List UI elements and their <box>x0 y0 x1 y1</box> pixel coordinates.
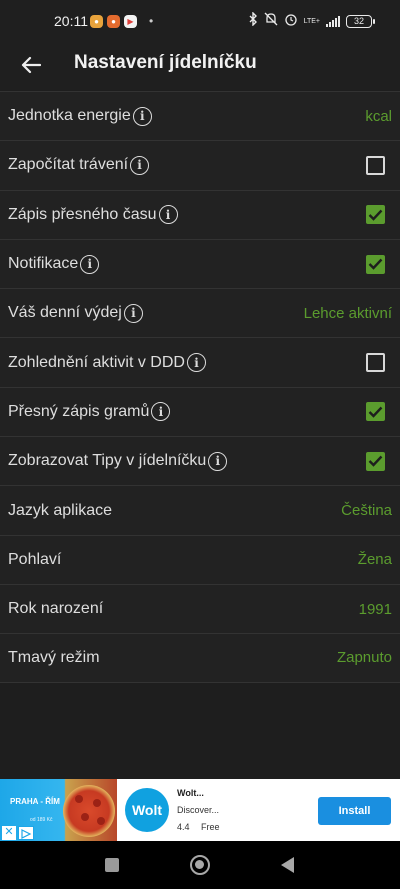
settings-row[interactable]: Zohlednění aktivit v DDD i <box>0 337 400 387</box>
settings-row-text: Zápis přesného času <box>8 205 157 223</box>
notification-icons: ● ● ▶ • <box>90 14 153 28</box>
chrome-notification-icon: ● <box>90 14 103 28</box>
checkmark-icon <box>368 258 383 270</box>
status-time: 20:11 <box>54 13 88 29</box>
network-type: LTE+ <box>303 17 320 25</box>
ad-close-icon[interactable]: ✕ <box>2 826 16 840</box>
checkbox-checked[interactable] <box>366 402 385 422</box>
battery-icon: 32 <box>346 14 375 28</box>
settings-row-value[interactable]: Zapnuto <box>337 649 392 666</box>
settings-row-value[interactable]: kcal <box>365 108 392 125</box>
settings-row-label: Započítat trávení i <box>8 155 150 175</box>
settings-row-text: Přesný zápis gramů <box>8 402 150 420</box>
ad-app-name: Wolt... <box>177 788 204 798</box>
settings-row-label: Rok narození <box>8 600 103 618</box>
checkbox-checked[interactable] <box>366 254 385 274</box>
settings-row-value[interactable]: 1991 <box>359 601 392 618</box>
back-triangle-icon[interactable] <box>281 857 294 873</box>
ad-price: Free <box>201 822 220 832</box>
info-icon[interactable]: i <box>158 205 178 225</box>
ad-image-price: od 189 Kč <box>30 817 53 823</box>
ad-description: Discover... <box>177 805 220 815</box>
ad-image[interactable]: PRAHA - ŘÍM od 189 Kč ✕ <box>0 779 117 841</box>
settings-row[interactable]: Zobrazovat Tipy v jídelníčku i <box>0 436 400 486</box>
install-button[interactable]: Install <box>318 797 391 825</box>
settings-row-label: Zohlednění aktivit v DDD i <box>8 353 206 373</box>
settings-row-text: Jednotka energie <box>8 107 131 125</box>
settings-row-text: Jazyk aplikace <box>8 501 113 519</box>
info-icon[interactable]: i <box>186 353 206 373</box>
app-notification-icon: ● <box>107 14 120 28</box>
home-icon[interactable] <box>190 855 210 875</box>
settings-row[interactable]: Notifikace i <box>0 238 400 289</box>
settings-row-text: Váš denní výdej <box>8 304 122 322</box>
system-icons: LTE+ 32 <box>249 11 375 30</box>
arrow-left-icon <box>21 56 41 74</box>
checkmark-icon <box>368 406 383 418</box>
settings-row[interactable]: Váš denní výdej i Lehce aktivní <box>0 288 400 338</box>
info-icon[interactable]: i <box>208 451 228 471</box>
settings-row[interactable]: Zápis přesného času i <box>0 189 400 239</box>
settings-row-value[interactable]: Lehce aktivní <box>304 305 392 322</box>
settings-row-value[interactable]: Čeština <box>341 502 392 519</box>
info-icon[interactable]: i <box>151 402 171 422</box>
settings-row-label: Přesný zápis gramů i <box>8 402 171 422</box>
ad-rating: 4.4 <box>177 822 190 832</box>
info-icon[interactable]: i <box>130 155 150 175</box>
settings-row[interactable]: Tmavý režim Zapnuto <box>0 633 400 683</box>
mute-bell-icon <box>264 12 278 30</box>
app-bar: Nastavení jídelníčku <box>0 42 400 90</box>
settings-row[interactable]: Jazyk aplikace Čeština <box>0 485 400 535</box>
ad-choices-icon[interactable] <box>18 826 34 840</box>
play-store-notification-icon: ▶ <box>124 14 137 28</box>
info-icon[interactable]: i <box>123 303 143 323</box>
settings-row-text: Započítat trávení <box>8 156 129 174</box>
checkbox-unchecked[interactable] <box>366 155 385 175</box>
settings-row-label: Váš denní výdej i <box>8 303 143 323</box>
settings-row-text: Pohlaví <box>8 550 62 568</box>
status-bar: 20:11 ● ● ▶ • LTE+ 32 <box>0 0 400 42</box>
info-icon[interactable]: i <box>132 106 152 126</box>
settings-row[interactable]: Jednotka energie i kcal <box>0 91 400 141</box>
info-icon[interactable]: i <box>80 254 100 274</box>
settings-row-label: Pohlaví <box>8 551 61 569</box>
settings-row-label: Zobrazovat Tipy v jídelníčku i <box>8 451 228 471</box>
checkbox-checked[interactable] <box>366 205 385 225</box>
navigation-bar <box>0 841 400 889</box>
checkbox-unchecked[interactable] <box>366 353 385 373</box>
pizza-image <box>63 785 115 837</box>
battery-level: 32 <box>353 16 364 26</box>
settings-row-label: Tmavý režim <box>8 649 100 667</box>
settings-row-text: Rok narození <box>8 600 104 618</box>
settings-row-text: Tmavý režim <box>8 648 100 666</box>
settings-row-text: Zobrazovat Tipy v jídelníčku <box>8 452 207 470</box>
settings-row[interactable]: Přesný zápis gramů i <box>0 386 400 437</box>
settings-row-label: Jednotka energie i <box>8 106 152 126</box>
settings-row-value[interactable]: Žena <box>358 551 392 568</box>
bluetooth-icon <box>249 11 258 30</box>
checkmark-icon <box>368 455 383 467</box>
checkbox-checked[interactable] <box>366 451 385 471</box>
wolt-logo[interactable]: Wolt <box>125 788 169 832</box>
more-notifications-icon: • <box>149 14 154 28</box>
settings-list: Jednotka energie i kcal Započítat trávení i Z… <box>0 91 400 683</box>
checkmark-icon <box>368 209 383 221</box>
recents-icon[interactable] <box>105 858 119 872</box>
settings-row-label: Notifikace i <box>8 254 100 274</box>
ad-image-text: PRAHA - ŘÍM <box>10 797 60 806</box>
settings-row[interactable]: Pohlaví Žena <box>0 534 400 584</box>
page-title: Nastavení jídelníčku <box>74 52 257 73</box>
signal-icon <box>326 15 340 27</box>
settings-row[interactable]: Rok narození 1991 <box>0 583 400 634</box>
settings-row-text: Zohlednění aktivit v DDD <box>8 353 185 371</box>
ad-banner[interactable]: PRAHA - ŘÍM od 189 Kč ✕ Wolt Wolt... Dis… <box>0 779 400 841</box>
back-button[interactable] <box>14 48 48 82</box>
alarm-icon <box>284 12 298 30</box>
settings-row-label: Zápis přesného času i <box>8 205 178 225</box>
settings-row[interactable]: Započítat trávení i <box>0 140 400 190</box>
settings-row-text: Notifikace <box>8 255 79 273</box>
settings-row-label: Jazyk aplikace <box>8 502 112 520</box>
